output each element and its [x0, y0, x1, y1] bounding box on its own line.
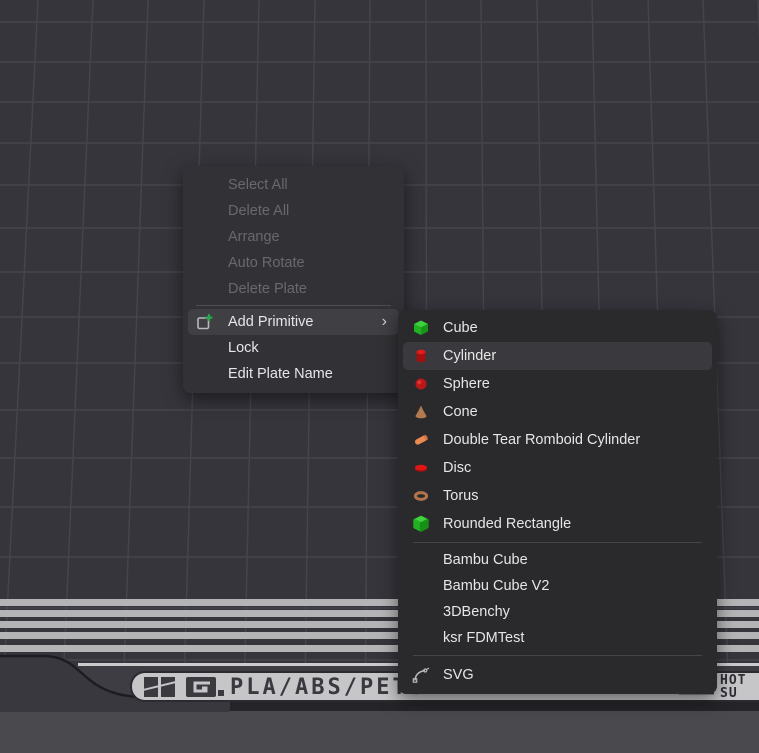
submenu-item-3dbenchy[interactable]: 3DBenchy [403, 599, 712, 625]
rounded-rectangle-icon [412, 515, 430, 533]
torus-icon [412, 487, 430, 505]
submenu-item-cube[interactable]: Cube [403, 314, 712, 342]
plate-material-label: PLA/ABS/PETG [230, 673, 425, 700]
bezier-curve-icon [412, 666, 430, 684]
menu-separator [196, 305, 391, 306]
romboid-cylinder-icon [412, 431, 430, 449]
menu-item-select-all: Select All [188, 172, 399, 198]
menu-item-arrange: Arrange [188, 224, 399, 250]
add-primitive-icon [196, 313, 214, 331]
menu-item-edit-plate-name[interactable]: Edit Plate Name [188, 361, 399, 387]
submenu-item-disc[interactable]: Disc [403, 454, 712, 482]
cylinder-icon [412, 347, 430, 365]
slicer-3d-viewport[interactable]: PLA/ABS/PETG HOT SU Select All Delete Al… [0, 0, 759, 753]
submenu-item-bambu-cube-v2[interactable]: Bambu Cube V2 [403, 573, 712, 599]
hot-surface-warning: HOT SU [720, 674, 746, 700]
menu-item-auto-rotate: Auto Rotate [188, 250, 399, 276]
submenu-item-sphere[interactable]: Sphere [403, 370, 712, 398]
submenu-item-cone[interactable]: Cone [403, 398, 712, 426]
add-primitive-submenu: Cube Cylinder Sphere Cone [398, 310, 717, 694]
chevron-right-icon: › [382, 309, 387, 335]
bambu-panel-logo-icon [144, 676, 176, 698]
menu-item-delete-plate: Delete Plate [188, 276, 399, 302]
submenu-item-rounded-rectangle[interactable]: Rounded Rectangle [403, 510, 712, 538]
cube-icon [412, 319, 430, 337]
submenu-item-bambu-cube[interactable]: Bambu Cube [403, 547, 712, 573]
submenu-item-double-tear-romboid-cylinder[interactable]: Double Tear Romboid Cylinder [403, 426, 712, 454]
submenu-item-svg[interactable]: SVG [403, 660, 712, 690]
submenu-separator [413, 655, 702, 656]
submenu-item-torus[interactable]: Torus [403, 482, 712, 510]
cone-icon [412, 403, 430, 421]
menu-item-delete-all: Delete All [188, 198, 399, 224]
submenu-item-cylinder[interactable]: Cylinder [403, 342, 712, 370]
plate-context-menu: Select All Delete All Arrange Auto Rotat… [183, 166, 404, 393]
submenu-item-ksr-fdmtest[interactable]: ksr FDMTest [403, 625, 712, 651]
submenu-separator [413, 542, 702, 543]
menu-item-add-primitive[interactable]: Add Primitive › [188, 309, 399, 335]
disc-icon [412, 459, 430, 477]
menu-item-lock[interactable]: Lock [188, 335, 399, 361]
viewport-floor [0, 711, 759, 753]
g-logo-icon [186, 676, 224, 698]
sphere-icon [412, 375, 430, 393]
